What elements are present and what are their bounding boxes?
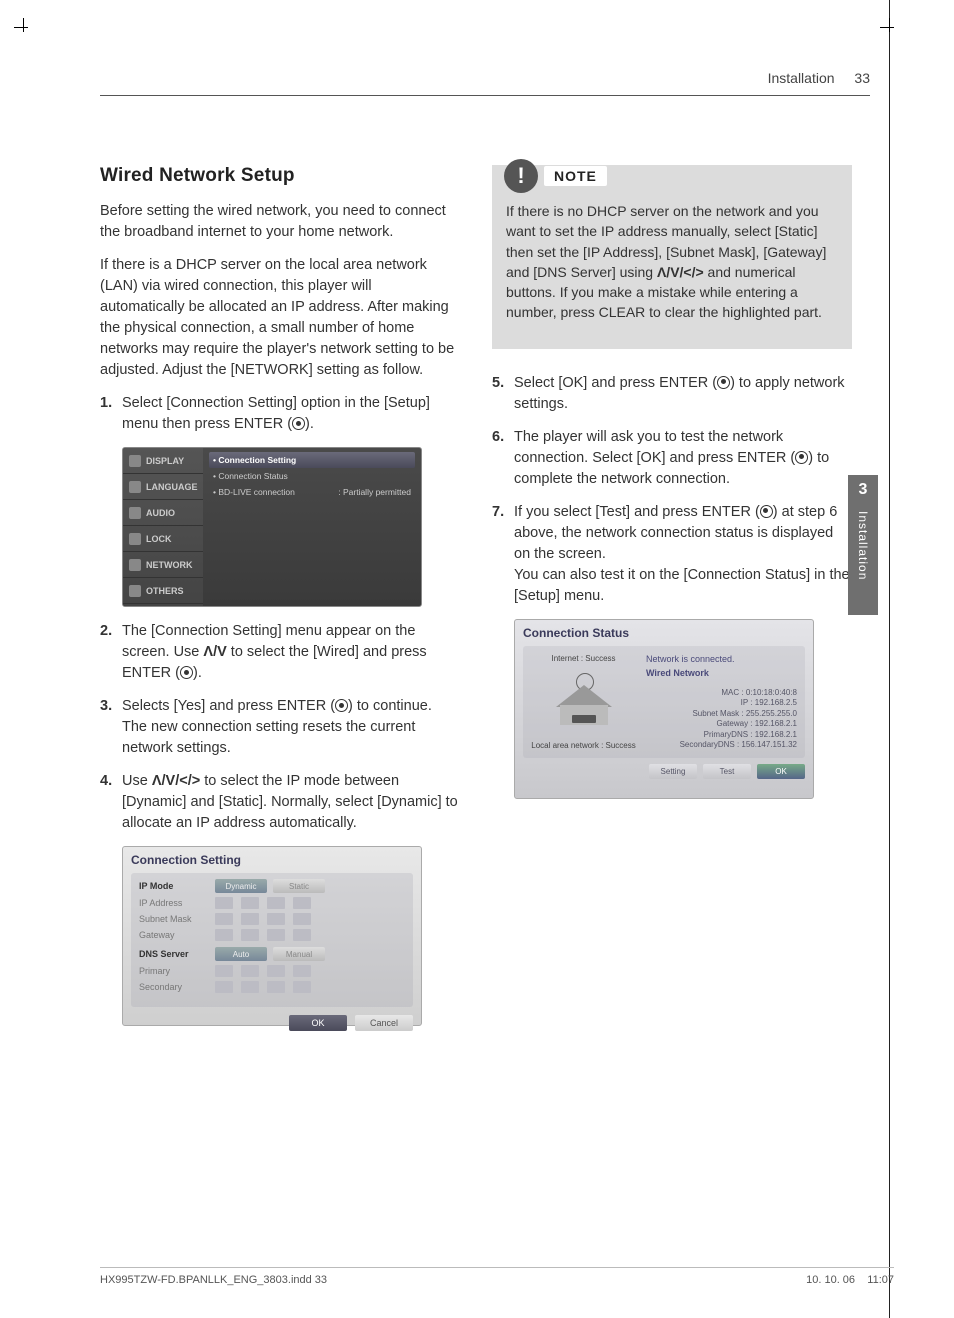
page-edge-line bbox=[889, 0, 890, 1318]
side-tab: 3 Installation bbox=[848, 475, 878, 615]
note-body: If there is no DHCP server on the networ… bbox=[506, 201, 838, 323]
steps-list: 1.Select [Connection Setting] option in … bbox=[100, 393, 460, 435]
screenshot-setup-menu: DISPLAY LANGUAGE AUDIO LOCK NETWORK OTHE… bbox=[122, 447, 422, 607]
ok-button: OK bbox=[757, 764, 805, 779]
test-button: Test bbox=[703, 764, 751, 779]
ok-button: OK bbox=[289, 1015, 347, 1031]
running-header: Installation 33 bbox=[768, 70, 870, 86]
steps-list-right: 5.Select [OK] and press ENTER () to appl… bbox=[492, 373, 852, 607]
footer-date: 10. 10. 06 bbox=[806, 1274, 855, 1286]
step-6: 6.The player will ask you to test the ne… bbox=[492, 427, 852, 490]
language-icon bbox=[129, 481, 141, 493]
intro-para-1: Before setting the wired network, you ne… bbox=[100, 201, 460, 243]
lock-icon bbox=[129, 533, 141, 545]
enter-icon bbox=[335, 699, 348, 712]
arrows-up-down-icon: Λ/V bbox=[203, 644, 226, 660]
arrows-all-icon: Λ/V/</> bbox=[152, 773, 200, 789]
display-icon bbox=[129, 455, 141, 467]
others-icon bbox=[129, 585, 141, 597]
footer-filename: HX995TZW-FD.BPANLLK_ENG_3803.indd 33 bbox=[100, 1274, 327, 1286]
audio-icon bbox=[129, 507, 141, 519]
page-number: 33 bbox=[854, 70, 870, 86]
network-diagram-icon bbox=[554, 675, 614, 730]
page-title: Wired Network Setup bbox=[100, 165, 460, 187]
note-title: NOTE bbox=[544, 166, 607, 186]
note-exclaim-icon: ! bbox=[504, 159, 538, 193]
intro-para-2: If there is a DHCP server on the local a… bbox=[100, 255, 460, 381]
steps-list-cont: 2.The [Connection Setting] menu appear o… bbox=[100, 621, 460, 834]
arrows-all-icon: Λ/V/</> bbox=[657, 264, 704, 280]
crop-mark bbox=[880, 18, 900, 38]
enter-icon bbox=[180, 666, 193, 679]
header-rule bbox=[100, 95, 870, 96]
section-name: Installation bbox=[768, 70, 835, 86]
left-column: Wired Network Setup Before setting the w… bbox=[100, 165, 460, 1040]
footer-time: 11:07 bbox=[867, 1274, 894, 1286]
step-2: 2.The [Connection Setting] menu appear o… bbox=[100, 621, 460, 684]
screenshot-connection-status: Connection Status Internet : Success Loc… bbox=[514, 619, 814, 799]
note-box: ! NOTE If there is no DHCP server on the… bbox=[492, 165, 852, 349]
right-column: ! NOTE If there is no DHCP server on the… bbox=[492, 165, 852, 1040]
enter-icon bbox=[760, 505, 773, 518]
network-icon bbox=[129, 559, 141, 571]
screenshot-connection-setting: Connection Setting IP ModeDynamicStatic … bbox=[122, 846, 422, 1026]
step-4: 4.Use Λ/V/</> to select the IP mode betw… bbox=[100, 771, 460, 834]
step-7: 7.If you select [Test] and press ENTER (… bbox=[492, 502, 852, 607]
enter-icon bbox=[292, 417, 305, 430]
step-1: 1.Select [Connection Setting] option in … bbox=[100, 393, 460, 435]
enter-icon bbox=[795, 451, 808, 464]
step-3: 3.Selects [Yes] and press ENTER () to co… bbox=[100, 696, 460, 759]
page-footer: HX995TZW-FD.BPANLLK_ENG_3803.indd 33 10.… bbox=[100, 1267, 894, 1286]
setting-button: Setting bbox=[649, 764, 697, 779]
enter-icon bbox=[717, 376, 730, 389]
cancel-button: Cancel bbox=[355, 1015, 413, 1031]
crop-mark bbox=[14, 18, 34, 38]
step-5: 5.Select [OK] and press ENTER () to appl… bbox=[492, 373, 852, 415]
